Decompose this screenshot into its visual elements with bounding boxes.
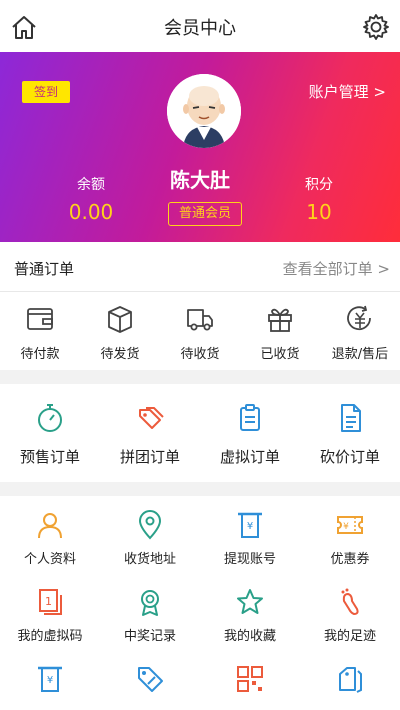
tool-qr-button[interactable]	[200, 650, 300, 710]
withdraw-account-button[interactable]: ¥ 提现账号	[200, 496, 300, 573]
tool-label: 我的虚拟码	[17, 629, 83, 644]
order-types-section: 预售订单 拼团订单 虚拟订单 砍价订单	[0, 384, 400, 482]
location-pin-icon	[138, 510, 162, 540]
wallet-icon	[27, 308, 53, 330]
coupon-icon: ¥	[337, 516, 363, 534]
account-management-link[interactable]: 账户管理 >	[309, 81, 386, 102]
tool-label: 个人资料	[23, 552, 76, 567]
orders-title: 普通订单	[14, 260, 75, 278]
order-status-label: 待发货	[100, 347, 140, 362]
refund-icon	[347, 305, 371, 331]
order-status-label: 待收货	[180, 347, 220, 362]
points-stat[interactable]: 积分 10	[274, 174, 364, 224]
page-title: 会员中心	[164, 18, 236, 39]
shipping-address-button[interactable]: 收货地址	[100, 496, 200, 573]
svg-text:¥: ¥	[47, 675, 53, 686]
order-type-label: 虚拟订单	[219, 448, 280, 466]
gift-icon	[268, 308, 292, 332]
tool-price-tag-button[interactable]	[100, 650, 200, 710]
order-status-pending-payment[interactable]: 待付款	[0, 292, 80, 370]
clipboard-icon	[240, 404, 260, 431]
truck-icon	[187, 309, 213, 331]
order-type-label: 砍价订单	[319, 448, 380, 466]
virtual-orders-button[interactable]: 虚拟订单	[200, 384, 300, 482]
checkin-button[interactable]: 签到	[22, 81, 70, 103]
svg-text:¥: ¥	[247, 521, 253, 532]
orders-header: 普通订单 查看全部订单 >	[0, 242, 400, 292]
order-type-label: 拼团订单	[119, 448, 180, 466]
orders-section: 普通订单 查看全部订单 > 待付款 待发货 待收货 已收货 退款/售后	[0, 242, 400, 370]
profile-card: 签到 账户管理 > 陈大肚 普通会员 余额 0.00 积分 10	[0, 52, 400, 242]
box-icon	[108, 306, 132, 333]
member-level-badge: 普通会员	[168, 202, 242, 226]
star-icon	[237, 589, 263, 614]
code-card-icon: 1	[39, 589, 62, 615]
balance-stat[interactable]: 余额 0.00	[46, 174, 136, 224]
footprints-button[interactable]: 我的足迹	[300, 573, 400, 650]
prize-records-button[interactable]: 中奖记录	[100, 573, 200, 650]
points-value: 10	[306, 200, 332, 224]
stopwatch-icon	[38, 404, 62, 432]
qr-icon	[237, 666, 263, 692]
tool-tags-button[interactable]	[300, 650, 400, 710]
medal-icon	[141, 590, 159, 616]
atm-icon: ¥	[238, 512, 262, 538]
tool-label: 我的收藏	[223, 629, 276, 644]
coupons-button[interactable]: ¥ 优惠券	[300, 496, 400, 573]
tools-section: 个人资料 收货地址 ¥ 提现账号 ¥ 优惠券 1 我的虚拟码 中奖记录 我的收藏…	[0, 496, 400, 710]
svg-text:1: 1	[45, 595, 52, 608]
order-type-label: 预售订单	[19, 448, 80, 466]
footprint-icon	[341, 588, 359, 616]
balance-value: 0.00	[68, 200, 114, 224]
top-bar: 会员中心	[0, 0, 400, 52]
tool-atm-button[interactable]: ¥	[0, 650, 100, 710]
order-status-pending-receipt[interactable]: 待收货	[160, 292, 240, 370]
balance-label: 余额	[77, 177, 105, 193]
tag-group-icon	[139, 407, 164, 429]
atm-icon: ¥	[38, 666, 62, 692]
points-label: 积分	[305, 177, 333, 193]
tool-label: 提现账号	[223, 552, 276, 567]
bargain-orders-button[interactable]: 砍价订单	[300, 384, 400, 482]
avatar-illustration	[167, 74, 241, 148]
order-status-received[interactable]: 已收货	[240, 292, 320, 370]
profile-info-button[interactable]: 个人资料	[0, 496, 100, 573]
order-status-label: 待付款	[20, 347, 60, 362]
favorites-button[interactable]: 我的收藏	[200, 573, 300, 650]
tool-label: 收货地址	[123, 552, 176, 567]
view-all-orders-link[interactable]: 查看全部订单 >	[283, 258, 390, 279]
order-status-label: 退款/售后	[331, 347, 389, 362]
person-icon	[38, 513, 62, 539]
gear-icon[interactable]	[362, 13, 390, 41]
presale-orders-button[interactable]: 预售订单	[0, 384, 100, 482]
order-status-refund[interactable]: 退款/售后	[320, 292, 400, 370]
tool-label: 我的足迹	[323, 629, 376, 644]
tags-icon	[339, 667, 362, 693]
avatar[interactable]	[167, 74, 241, 148]
tool-label: 中奖记录	[123, 629, 176, 644]
svg-text:¥: ¥	[343, 522, 349, 532]
tool-label: 优惠券	[330, 552, 370, 567]
group-orders-button[interactable]: 拼团订单	[100, 384, 200, 482]
virtual-code-button[interactable]: 1 我的虚拟码	[0, 573, 100, 650]
price-tag-icon	[138, 667, 163, 692]
document-icon	[341, 404, 361, 432]
order-status-label: 已收货	[260, 347, 300, 362]
order-status-pending-shipment[interactable]: 待发货	[80, 292, 160, 370]
